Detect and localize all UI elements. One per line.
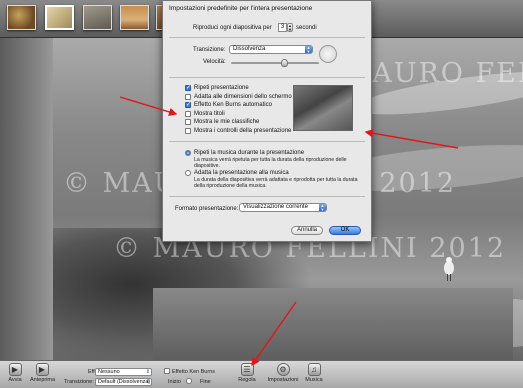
option-checkbox[interactable]: ✓ (185, 85, 191, 91)
preview-label: Anteprima (30, 377, 56, 383)
transition-value: Dissolvenza (233, 46, 266, 52)
settings-label: Impostazioni (267, 377, 299, 383)
settings-button[interactable]: ⚙ Impostazioni (266, 363, 300, 383)
option-label: Mostra i controlli della presentazione (194, 128, 292, 134)
option-label: Effetto Ken Burns automatico (194, 102, 272, 109)
kenburns-start-label: Inizio (168, 379, 181, 385)
option-checkbox[interactable] (185, 128, 191, 134)
chevron-updown-icon: ▲ ▼ (305, 45, 312, 54)
slide-thumbnail-selected[interactable] (45, 5, 74, 30)
chevron-updown-icon: ⇕ (145, 369, 150, 375)
option-checkbox[interactable]: ✓ (185, 102, 191, 109)
music-repeat-description: La musica verrà ripetuta per tutta la du… (194, 157, 347, 169)
toolbar-transition-value: Default (Dissolvenza) (98, 379, 151, 385)
speed-slider-knob[interactable] (280, 59, 288, 67)
play-label: Avvia (8, 377, 22, 383)
play-button[interactable]: ▶ Avvia (6, 363, 24, 383)
ok-button[interactable]: OK (329, 226, 361, 235)
option-label: Adatta alle dimensioni dello schermo (194, 93, 292, 100)
music-fit-radio[interactable] (185, 170, 191, 176)
slide-thumbnail[interactable] (7, 5, 36, 30)
seagull-image (444, 257, 454, 281)
toolbar-transition-select[interactable]: Default (Dissolvenza) ⇕ (95, 378, 152, 386)
music-repeat-radio[interactable] (185, 150, 191, 156)
music-note-icon: ♫ (307, 363, 321, 376)
music-repeat-label: Ripeti la musica durante la presentazion… (194, 150, 305, 156)
slide-thumbnail[interactable] (120, 5, 149, 30)
transition-select[interactable]: Dissolvenza ▲ ▼ (229, 45, 313, 54)
adjust-button[interactable]: ☰ Regola (236, 363, 258, 383)
music-fit-description: La durata della diapositiva verrà adatta… (194, 177, 358, 189)
option-checkbox[interactable] (185, 93, 191, 100)
toolbar-transition-label: Transizione: (64, 379, 94, 385)
transition-label: Transizione: (193, 47, 226, 53)
direction-control[interactable] (319, 45, 337, 63)
preview-icon: ▶ (35, 363, 49, 376)
seconds-label: secondi (296, 25, 317, 31)
format-select[interactable]: Visualizzazione corrente ▲ ▼ (239, 203, 327, 212)
slide-thumbnail[interactable] (83, 5, 112, 30)
format-label: Formato presentazione: (175, 206, 239, 212)
preview-button[interactable]: ▶ Anteprima (30, 363, 56, 383)
option-label: Mostra titoli (194, 110, 225, 117)
music-button[interactable]: ♫ Musica (304, 363, 324, 383)
play-each-label: Riproduci ogni diapositiva per (193, 25, 272, 31)
side-panel (0, 38, 53, 360)
option-label: Mostra le mie classifiche (194, 119, 260, 126)
bottom-toolbar: ▶Avvia ▶Anteprima Effetto: Nessuno⇕ Tran… (0, 360, 523, 388)
format-value: Visualizzazione corrente (243, 204, 308, 210)
option-checkbox[interactable] (185, 110, 191, 117)
music-label: Musica (305, 377, 323, 383)
gear-icon: ⚙ (276, 363, 290, 376)
speed-label: Velocità: (203, 59, 226, 65)
slideshow-editor: © MAURO FELLINI 2012 © MAURO FELLINI 201… (0, 0, 523, 388)
adjust-icon: ☰ (240, 363, 254, 376)
cancel-button[interactable]: Annulla (291, 226, 323, 235)
kenburns-end-label: Fine (200, 379, 211, 385)
seconds-field[interactable]: 3 (278, 23, 287, 32)
adjust-label: Regola (238, 377, 256, 383)
chevron-updown-icon: ⇕ (145, 379, 150, 385)
transition-preview-image (293, 85, 353, 131)
kenburns-checkbox[interactable] (164, 368, 170, 374)
dialog-title: Impostazioni predefinite per l'intera pr… (169, 5, 313, 12)
chevron-updown-icon: ▲ ▼ (319, 203, 326, 212)
music-fit-label: Adatta la presentazione alla musica (194, 170, 289, 176)
effect-value: Nessuno (98, 369, 120, 375)
slideshow-settings-dialog: Impostazioni predefinite per l'intera pr… (162, 0, 372, 242)
kenburns-toggle[interactable] (186, 378, 192, 384)
option-label: Ripeti presentazione (194, 85, 249, 91)
kenburns-label: Effetto Ken Burns (172, 369, 216, 375)
option-checkbox[interactable] (185, 119, 191, 126)
effect-select[interactable]: Nessuno ⇕ (95, 368, 152, 376)
seconds-stepper[interactable]: ▲ ▼ (287, 23, 293, 32)
speed-slider[interactable] (231, 59, 319, 67)
play-icon: ▶ (8, 363, 22, 376)
